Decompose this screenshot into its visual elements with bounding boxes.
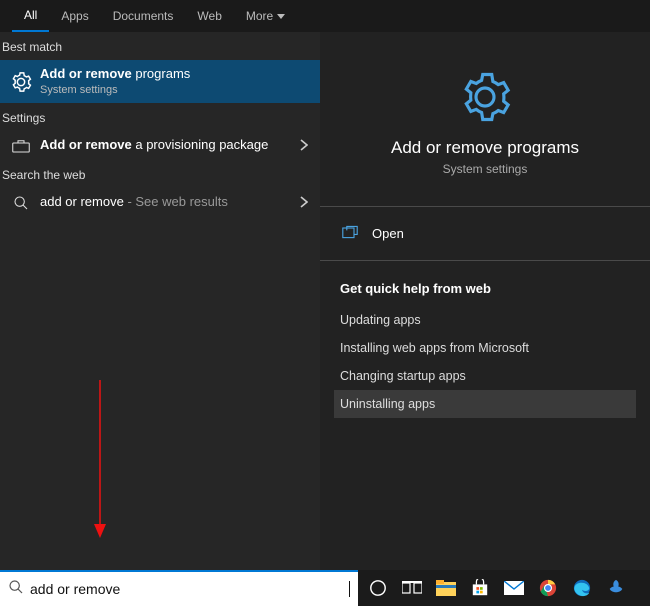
open-icon xyxy=(342,225,358,242)
preview-title: Add or remove programs xyxy=(391,138,579,158)
search-box[interactable] xyxy=(0,570,358,606)
tab-apps[interactable]: Apps xyxy=(49,0,100,32)
help-link-installing-web-apps[interactable]: Installing web apps from Microsoft xyxy=(334,334,636,362)
results-list: Best match Add or remove programs System… xyxy=(0,32,320,570)
open-label: Open xyxy=(372,226,404,241)
result-subtitle: System settings xyxy=(40,83,312,97)
taskbar-store-icon[interactable] xyxy=(466,574,494,602)
annotation-arrow xyxy=(90,380,110,540)
result-title-match: add or remove xyxy=(40,194,124,209)
result-title-match: Add or remove xyxy=(40,66,132,81)
chevron-right-icon xyxy=(296,195,312,211)
divider xyxy=(320,206,650,207)
result-settings-provisioning[interactable]: Add or remove a provisioning package xyxy=(0,131,320,160)
result-title-rest: - See web results xyxy=(124,194,228,209)
text-caret xyxy=(349,581,350,597)
search-filter-tabs: All Apps Documents Web More xyxy=(0,0,650,32)
taskbar-app-icon[interactable] xyxy=(602,574,630,602)
tab-all[interactable]: All xyxy=(12,0,49,32)
help-link-uninstalling-apps[interactable]: Uninstalling apps xyxy=(334,390,636,418)
taskbar-edge-icon[interactable] xyxy=(568,574,596,602)
tab-web[interactable]: Web xyxy=(185,0,233,32)
result-text: add or remove - See web results xyxy=(34,194,296,211)
taskbar-chrome-icon[interactable] xyxy=(534,574,562,602)
package-icon xyxy=(8,139,34,153)
open-action[interactable]: Open xyxy=(340,219,630,248)
result-title-rest: a provisioning package xyxy=(132,137,269,152)
search-input[interactable] xyxy=(30,581,351,597)
taskbar-file-explorer-icon[interactable] xyxy=(432,574,460,602)
help-link-updating-apps[interactable]: Updating apps xyxy=(334,306,636,334)
tab-more-label: More xyxy=(246,9,273,23)
taskbar-cortana-icon[interactable] xyxy=(364,574,392,602)
taskbar-taskview-icon[interactable] xyxy=(398,574,426,602)
result-text: Add or remove programs System settings xyxy=(34,66,312,97)
chevron-right-icon xyxy=(296,138,312,154)
search-icon xyxy=(8,579,24,600)
section-best-match: Best match xyxy=(0,32,320,60)
chevron-down-icon xyxy=(277,9,285,23)
search-icon xyxy=(8,195,34,211)
help-link-changing-startup-apps[interactable]: Changing startup apps xyxy=(334,362,636,390)
taskbar-mail-icon[interactable] xyxy=(500,574,528,602)
preview-hero: Add or remove programs System settings xyxy=(340,52,630,194)
gear-icon xyxy=(458,70,512,124)
preview-subtitle: System settings xyxy=(443,162,528,176)
section-settings: Settings xyxy=(0,103,320,131)
section-search-web: Search the web xyxy=(0,160,320,188)
tab-more[interactable]: More xyxy=(234,0,297,32)
result-title-match: Add or remove xyxy=(40,137,132,152)
result-web-search[interactable]: add or remove - See web results xyxy=(0,188,320,217)
result-title-rest: programs xyxy=(132,66,191,81)
gear-icon xyxy=(8,71,34,93)
result-best-match[interactable]: Add or remove programs System settings xyxy=(0,60,320,103)
divider xyxy=(320,260,650,261)
help-header: Get quick help from web xyxy=(340,281,630,296)
result-text: Add or remove a provisioning package xyxy=(34,137,296,154)
tab-documents[interactable]: Documents xyxy=(101,0,186,32)
bottom-bar xyxy=(0,570,650,606)
taskbar xyxy=(358,570,650,606)
preview-pane: Add or remove programs System settings O… xyxy=(320,32,650,570)
